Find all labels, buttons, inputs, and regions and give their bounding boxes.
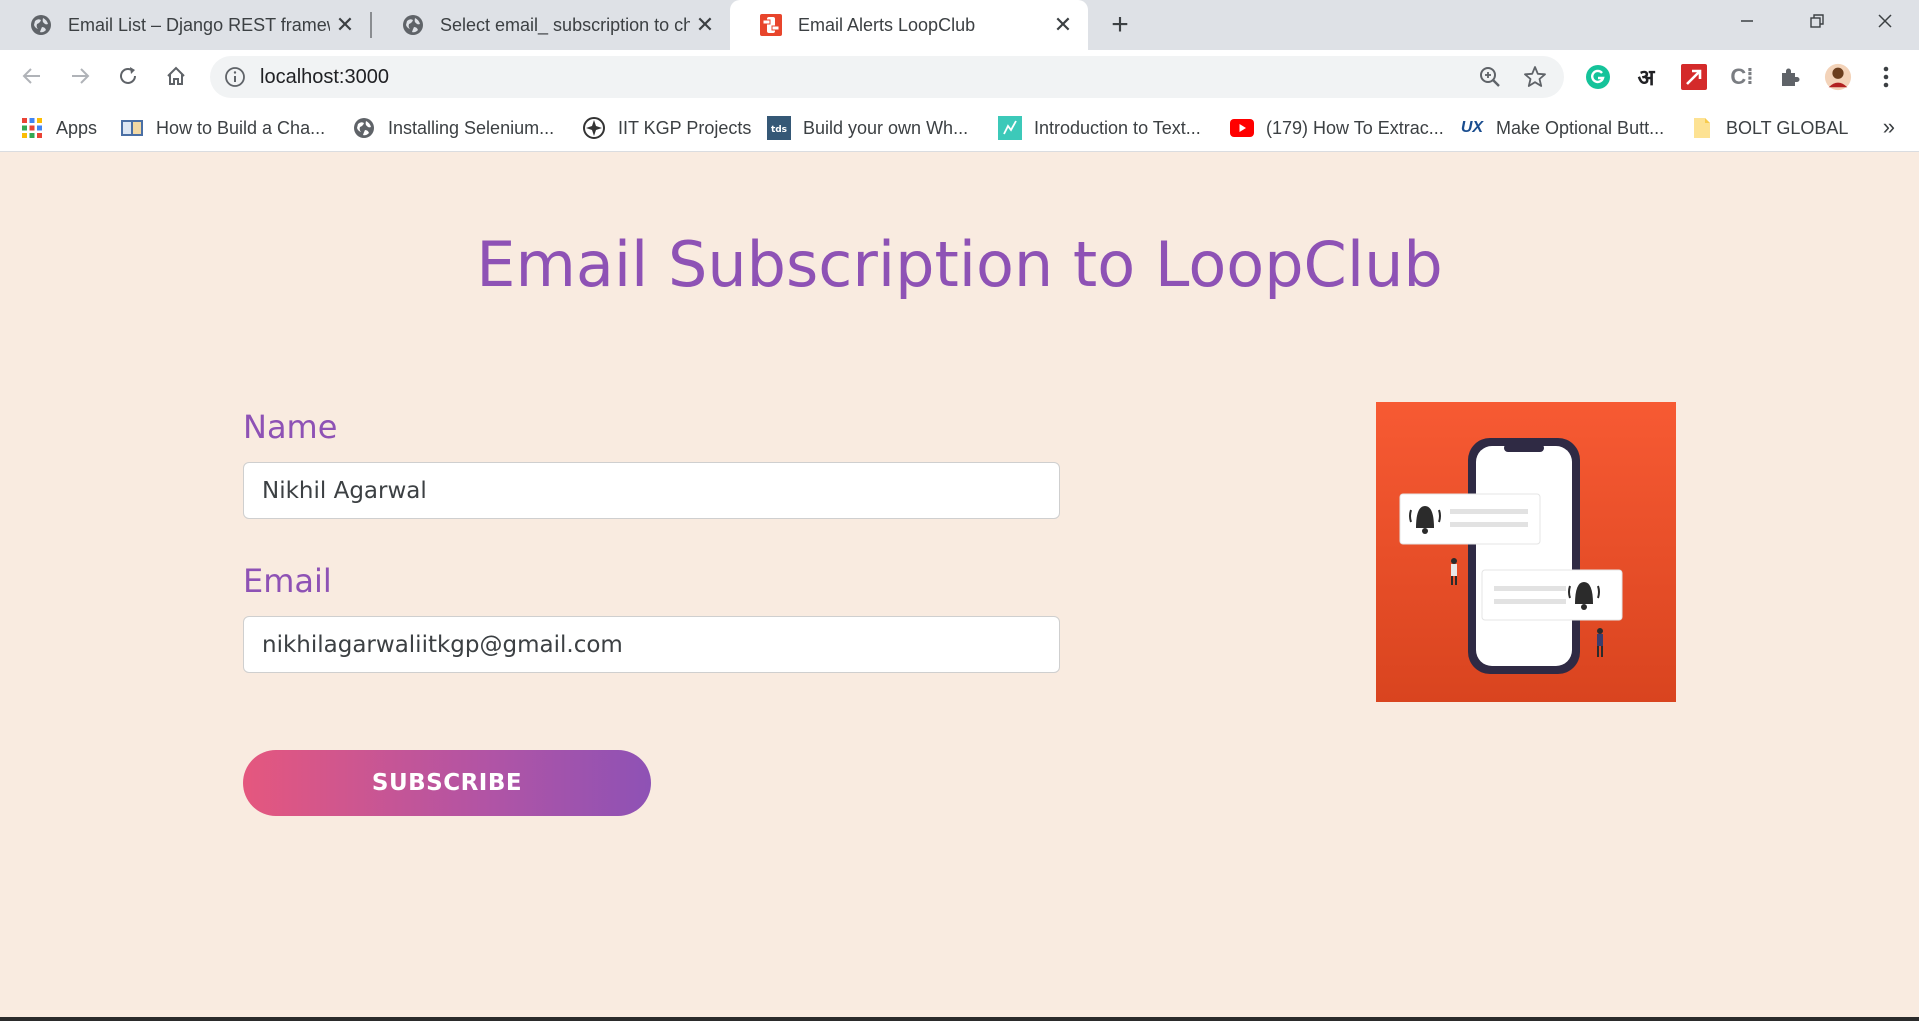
red-arrow-icon[interactable] [1680,63,1708,91]
new-tab-button[interactable]: + [1103,8,1137,42]
bookmark-build-chatbot[interactable]: How to Build a Cha... [120,114,325,142]
url-text[interactable]: localhost:3000 [260,66,389,89]
phone-notification-illustration [1376,402,1676,702]
bookmark-build-your-own[interactable]: tds Build your own Wh... [767,114,968,142]
home-icon [167,66,185,85]
bookmark-label: Build your own Wh... [803,117,969,138]
page-title: Email Subscription to LoopClub [476,228,1443,301]
forward-button[interactable] [62,58,98,94]
bookmark-installing-selenium[interactable]: Installing Selenium... [352,114,554,142]
reload-button[interactable] [110,58,146,94]
subscribe-button[interactable]: SUBSCRIBE [243,750,651,816]
restore-button[interactable] [1782,0,1852,42]
youtube-icon [1230,116,1254,140]
ux-icon: UX [1460,119,1484,136]
bookmark-label: How to Build a Cha... [156,117,326,138]
email-label: Email [243,562,332,600]
bookmark-label: Installing Selenium... [388,117,555,138]
back-button[interactable] [14,58,50,94]
c-extension-icon[interactable]: C⁞ [1728,63,1756,91]
browser-toolbar: localhost:3000 अ C⁞ [0,50,1919,104]
minimize-button[interactable] [1712,0,1782,42]
bookmarks-bar: Apps How to Build a Cha... Installing Se… [0,104,1919,152]
forward-arrow-icon [72,68,90,84]
bookmark-label: IIT KGP Projects [618,117,752,138]
bookmark-label: (179) How To Extrac... [1266,117,1444,138]
tab-select-email[interactable]: Select email_ subscription to change ✕ [372,0,730,50]
bookmark-intro-text[interactable]: Introduction to Text... [998,114,1201,142]
bookmark-label: Apps [56,117,98,138]
back-arrow-icon [22,68,40,84]
close-tab-icon[interactable]: ✕ [330,10,360,40]
email-input[interactable] [243,616,1060,673]
grammarly-icon[interactable] [1584,63,1612,91]
bookmark-iit-kgp-projects[interactable]: IIT KGP Projects [582,114,751,142]
bookmark-star-icon[interactable] [1522,64,1548,95]
tab-title: Email Alerts LoopClub [798,14,976,35]
name-label: Name [243,408,338,446]
home-button[interactable] [158,58,194,94]
loopclub-favicon [760,14,782,36]
bookmark-youtube[interactable]: (179) How To Extrac... [1230,114,1444,142]
bookmark-apps[interactable]: Apps [20,114,97,142]
tds-icon: tds [767,116,791,140]
puzzle-icon[interactable] [1776,63,1804,91]
close-window-button[interactable] [1850,0,1919,42]
tab-title: Email List – Django REST framework [68,14,330,35]
bookmark-label: Introduction to Text... [1034,117,1201,138]
apps-grid-icon [20,116,44,140]
tab-title: Select email_ subscription to change [440,14,690,35]
zoom-icon[interactable] [1478,65,1502,94]
site-info-icon[interactable] [224,66,246,93]
menu-dots-icon[interactable] [1872,63,1900,91]
page-content: Email Subscription to LoopClub Name Emai… [0,153,1919,1021]
hindi-icon[interactable]: अ [1632,63,1660,91]
folder-icon [1690,116,1714,140]
taskbar-edge [0,1017,1919,1021]
bookmark-make-optional[interactable]: UX Make Optional Butt... [1460,114,1664,142]
tab-email-alerts[interactable]: Email Alerts LoopClub ✕ [730,0,1088,50]
bookmark-label: Make Optional Butt... [1496,117,1665,138]
profile-avatar[interactable] [1824,63,1852,91]
teal-bookmark-icon [998,116,1022,140]
bookmark-label: BOLT GLOBAL [1726,117,1849,138]
svg-text:tds: tds [771,125,787,135]
more-bookmarks-icon[interactable]: » [1883,114,1895,140]
globe-icon [402,14,424,36]
bookmark-bolt-global[interactable]: BOLT GLOBAL [1690,114,1848,142]
close-tab-icon[interactable]: ✕ [1048,10,1078,40]
globe-icon [30,14,52,36]
reload-icon [120,67,136,84]
address-bar[interactable]: localhost:3000 [210,56,1564,98]
tab-email-list[interactable]: Email List – Django REST framework ✕ [0,0,370,50]
globe-icon [352,116,376,140]
iit-kgp-icon [582,116,606,140]
name-input[interactable] [243,462,1060,519]
book-icon [120,116,144,140]
close-tab-icon[interactable]: ✕ [690,10,720,40]
tab-strip: Email List – Django REST framework ✕ Sel… [0,0,1919,50]
